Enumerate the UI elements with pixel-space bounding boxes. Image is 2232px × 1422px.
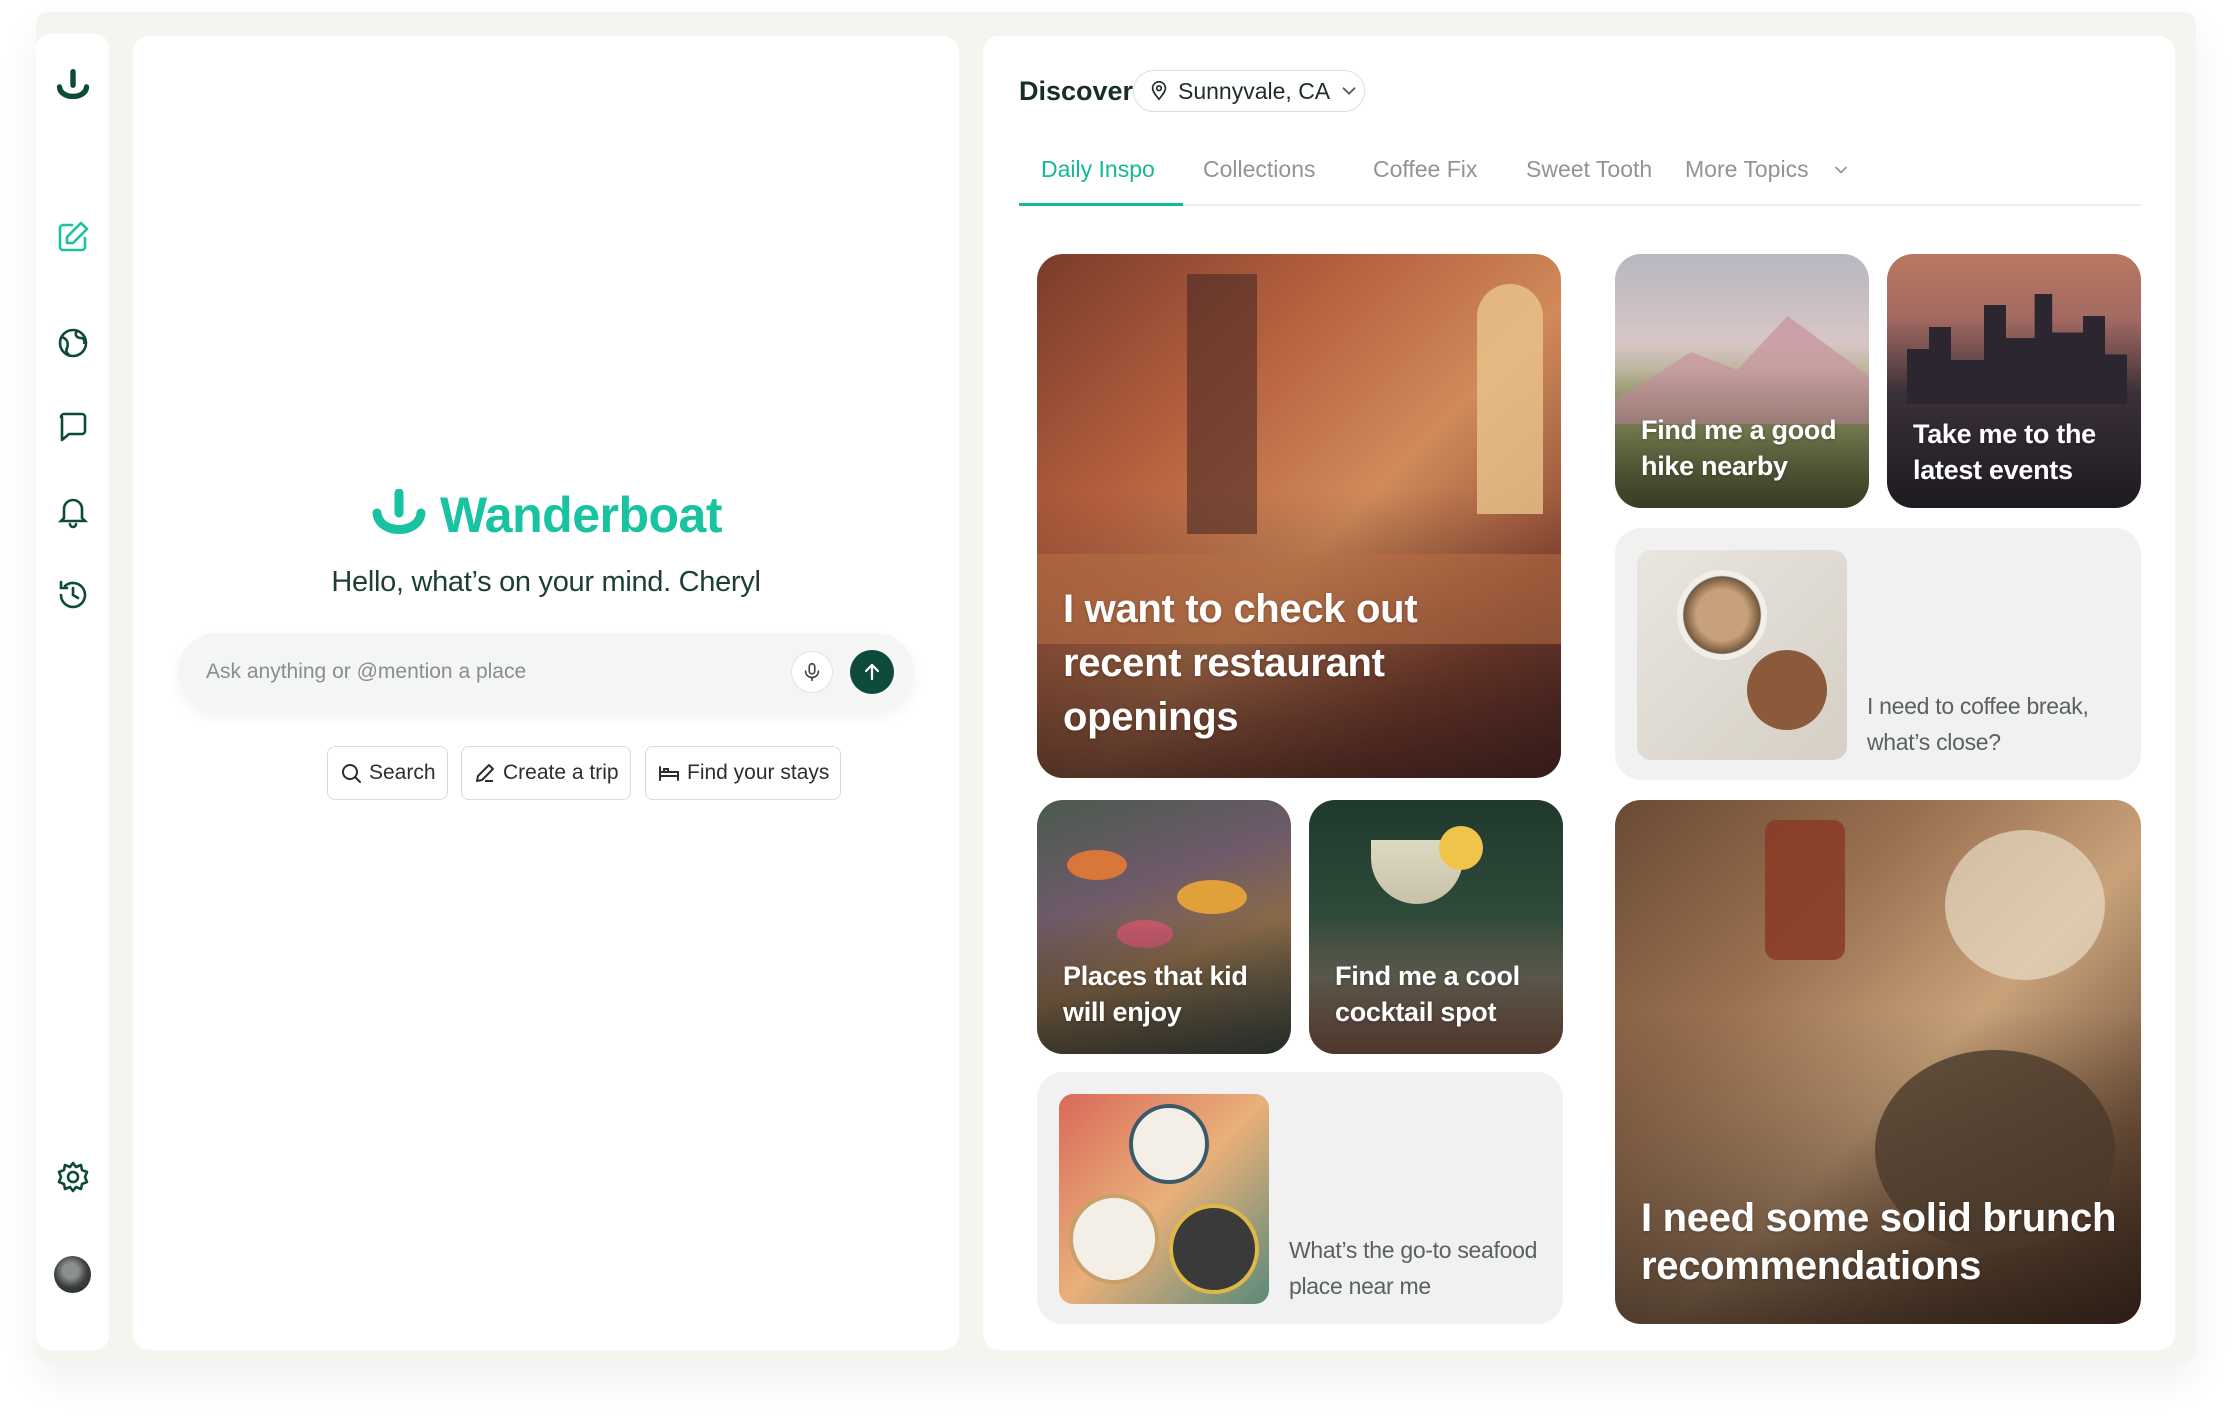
chat-icon[interactable]: [54, 408, 91, 445]
search-icon: [342, 764, 361, 783]
card-label: What’s the go-to seafood place near me: [1289, 1237, 1538, 1299]
card-label: Find me a cool cocktail spot: [1335, 961, 1520, 1027]
brand-name: Wanderboat: [439, 487, 723, 543]
card-coffee-break[interactable]: I need to coffee break, what’s close?: [1615, 528, 2141, 780]
discover-title: Discover: [1019, 76, 1134, 106]
card-cocktail[interactable]: Find me a cool cocktail spot: [1309, 800, 1563, 1054]
tab-sweet-tooth[interactable]: Sweet Tooth: [1526, 156, 1652, 206]
find-stays-chip[interactable]: Find your stays: [645, 746, 842, 800]
brand: Wanderboat: [133, 486, 959, 544]
card-label: Places that kid will enjoy: [1063, 961, 1248, 1027]
arrow-up-icon: [864, 663, 880, 681]
card-hike[interactable]: Find me a good hike nearby: [1615, 254, 1869, 508]
brand-logo-icon: [372, 489, 426, 534]
tab-collections[interactable]: Collections: [1203, 156, 1316, 206]
discover-panel: Discover Sunnyvale, CA Daily Inspo Colle…: [983, 36, 2175, 1350]
window-shape: [1477, 284, 1543, 514]
card-label: I need some solid brunch recommendations: [1641, 1196, 2117, 1288]
card-label: Find me a good hike nearby: [1641, 415, 1837, 481]
bed-icon: [659, 766, 679, 781]
find-stays-chip-label: Find your stays: [687, 761, 830, 784]
create-trip-chip-label: Create a trip: [503, 761, 619, 784]
home-panel: Wanderboat Hello, what’s on your mind. C…: [133, 36, 959, 1350]
globe-icon[interactable]: [54, 324, 91, 361]
location-selector[interactable]: Sunnyvale, CA: [1133, 70, 1365, 112]
topic-tabs: Daily Inspo Collections Coffee Fix Sweet…: [1019, 156, 2141, 206]
plate-shape: [1069, 1194, 1159, 1284]
card-events[interactable]: Take me to the latest events: [1887, 254, 2141, 508]
chevron-down-icon: [1342, 87, 1356, 96]
tab-daily-inspo[interactable]: Daily Inspo: [1019, 156, 1183, 206]
doorway-shape: [1187, 274, 1257, 534]
sidebar: [36, 34, 109, 1350]
edit-icon[interactable]: [54, 218, 91, 255]
card-restaurant-openings[interactable]: I want to check out recent restaurant op…: [1037, 254, 1561, 778]
card-label: I need to coffee break, what’s close?: [1867, 693, 2089, 755]
plate-shape: [1129, 1104, 1209, 1184]
send-button[interactable]: [850, 650, 894, 694]
location-pin-icon: [1151, 81, 1167, 101]
mic-button[interactable]: [791, 651, 833, 693]
bread-plate-shape: [1945, 830, 2105, 980]
coffee-cup-shape: [1677, 570, 1767, 660]
tab-more-topics-label: More Topics: [1685, 156, 1809, 182]
history-icon[interactable]: [54, 576, 91, 613]
coffee-thumbnail: [1637, 550, 1847, 760]
pencil-icon: [476, 764, 494, 782]
tab-coffee-fix[interactable]: Coffee Fix: [1373, 156, 1477, 206]
muffin-shape: [1747, 650, 1827, 730]
skyline-shape: [1907, 294, 2127, 404]
greeting: Hello, what’s on your mind. Cheryl: [331, 566, 761, 598]
chevron-down-icon: [1834, 166, 1847, 174]
jar-shape: [1765, 820, 1845, 960]
plate-shape: [1169, 1204, 1259, 1294]
avatar[interactable]: [54, 1256, 91, 1293]
create-trip-chip[interactable]: Create a trip: [461, 746, 631, 800]
search-chip-label: Search: [369, 761, 436, 784]
gear-icon[interactable]: [54, 1158, 91, 1195]
card-kids[interactable]: Places that kid will enjoy: [1037, 800, 1291, 1054]
card-brunch[interactable]: I need some solid brunch recommendations: [1615, 800, 2141, 1324]
card-seafood[interactable]: What’s the go-to seafood place near me: [1037, 1072, 1563, 1324]
app-logo-icon[interactable]: [54, 68, 91, 105]
search-chip[interactable]: Search: [327, 746, 448, 800]
location-label: Sunnyvale, CA: [1178, 77, 1331, 104]
seafood-thumbnail: [1059, 1094, 1269, 1304]
app-window: Wanderboat Hello, what’s on your mind. C…: [36, 12, 2196, 1362]
mic-icon: [804, 662, 820, 682]
ask-input[interactable]: [206, 633, 766, 711]
tab-more-topics[interactable]: More Topics: [1685, 156, 1851, 206]
bell-icon[interactable]: [54, 492, 91, 529]
card-label: Take me to the latest events: [1913, 419, 2096, 485]
ask-box: [178, 633, 914, 711]
card-label: I want to check out recent restaurant op…: [1063, 587, 1418, 739]
